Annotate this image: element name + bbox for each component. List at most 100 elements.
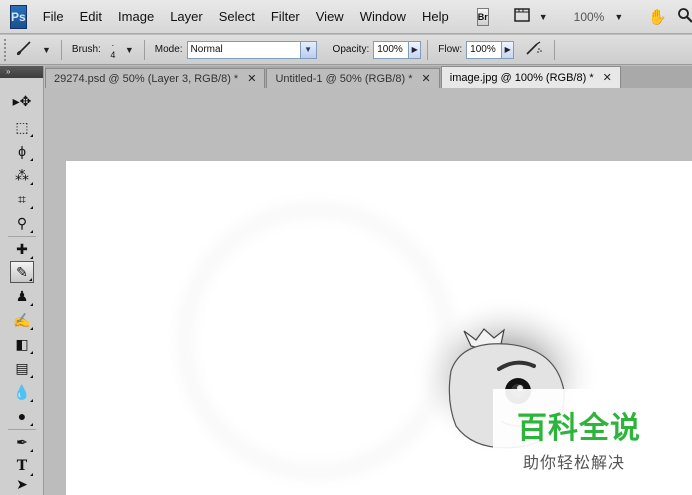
magic-wand-glyph: ⁂ xyxy=(15,166,29,183)
submenu-indicator xyxy=(30,158,33,161)
tab-29274-psd[interactable]: 29274.psd @ 50% (Layer 3, RGB/8) * ✕ xyxy=(45,68,266,88)
move-glyph: ▸✥ xyxy=(12,92,32,109)
flow-slider-button[interactable]: ▶ xyxy=(502,40,515,59)
eyedropper-tool-icon[interactable]: ⚲ xyxy=(10,212,34,234)
history-brush-tool-icon[interactable]: ✍ xyxy=(10,309,34,331)
submenu-indicator xyxy=(30,449,33,452)
flow-label: Flow: xyxy=(438,44,463,55)
marquee-tool-icon[interactable]: ⬚ xyxy=(10,116,34,138)
lasso-glyph: ϕ xyxy=(18,143,26,159)
brush-label: Brush: xyxy=(71,44,101,55)
menu-select[interactable]: Select xyxy=(211,0,263,34)
close-icon[interactable]: ✕ xyxy=(247,72,256,85)
menu-window[interactable]: Window xyxy=(352,0,414,34)
close-icon[interactable]: ✕ xyxy=(422,72,431,85)
menu-file[interactable]: File xyxy=(35,0,72,34)
zoom-chevron-down-icon[interactable]: ▼ xyxy=(610,12,627,22)
document-workspace[interactable]: 百科全说 助你轻松解决 xyxy=(45,88,692,495)
gradient-glyph: ▤ xyxy=(15,359,29,376)
submenu-indicator xyxy=(30,399,33,402)
tools-panel-collapse[interactable]: » xyxy=(0,66,43,78)
chevron-down-icon[interactable]: ▼ xyxy=(535,12,552,22)
submenu-indicator xyxy=(30,182,33,185)
blur-tool-icon[interactable]: 💧 xyxy=(10,381,34,403)
submenu-indicator xyxy=(30,351,33,354)
history-brush-glyph: ✍ xyxy=(13,311,31,328)
healing-glyph: ✚ xyxy=(16,240,28,257)
brush-size-value: 4 xyxy=(110,49,116,60)
options-separator xyxy=(554,39,556,60)
submenu-indicator xyxy=(30,206,33,209)
clone-stamp-tool-icon[interactable]: ♟ xyxy=(10,285,34,307)
image-canvas[interactable]: 百科全说 助你轻松解决 xyxy=(66,161,692,495)
brush-tool-icon[interactable]: ✎ xyxy=(10,261,34,283)
submenu-indicator xyxy=(30,423,33,426)
submenu-indicator xyxy=(30,230,33,233)
menu-layer[interactable]: Layer xyxy=(162,0,211,34)
hand-icon[interactable]: ✋ xyxy=(643,8,672,26)
eyedropper-glyph: ⚲ xyxy=(16,214,28,231)
pen-glyph: ✒ xyxy=(16,433,28,450)
mode-label: Mode: xyxy=(154,44,183,55)
tab-label: image.jpg @ 100% (RGB/8) * xyxy=(449,71,594,84)
mode-value: Normal xyxy=(190,44,223,55)
tab-untitled-1[interactable]: Untitled-1 @ 50% (RGB/8) * ✕ xyxy=(266,68,440,88)
brush-size-chevron-icon[interactable]: ▼ xyxy=(121,45,138,55)
close-icon[interactable]: ✕ xyxy=(603,71,612,84)
magic-wand-tool-icon[interactable]: ⁂ xyxy=(10,164,34,186)
brush-preset-chevron-icon[interactable]: ▼ xyxy=(38,45,55,55)
options-separator xyxy=(427,39,429,60)
path-selection-tool-icon[interactable]: ➤ xyxy=(10,473,34,495)
opacity-field[interactable]: 100% xyxy=(373,40,410,59)
pen-tool-icon[interactable]: ✒ xyxy=(10,431,34,453)
menu-edit[interactable]: Edit xyxy=(72,0,110,34)
brush-glyph: ✎ xyxy=(16,263,28,280)
tab-image-jpg[interactable]: image.jpg @ 100% (RGB/8) * ✕ xyxy=(440,66,621,88)
airbrush-icon[interactable] xyxy=(520,40,548,60)
brush-size-preview[interactable]: · 4 xyxy=(105,40,121,60)
crop-tool-icon[interactable]: ⌗ xyxy=(10,188,34,210)
opacity-slider-button[interactable]: ▶ xyxy=(409,40,422,59)
brush-preset-icon[interactable] xyxy=(10,39,38,61)
lasso-tool-icon[interactable]: ϕ xyxy=(10,140,34,162)
clone-stamp-glyph: ♟ xyxy=(15,287,29,304)
chevron-down-icon: ▼ xyxy=(299,41,316,58)
mode-select[interactable]: Normal ▼ xyxy=(186,40,317,59)
watermark: 百科全说 助你轻松解决 xyxy=(493,389,692,495)
bridge-button[interactable]: Br xyxy=(476,7,489,26)
film-strip-icon[interactable] xyxy=(509,7,535,26)
watermark-title: 百科全说 xyxy=(517,411,641,446)
menu-bar: Ps File Edit Image Layer Select Filter V… xyxy=(0,0,692,34)
menu-image[interactable]: Image xyxy=(110,0,162,34)
eraser-glyph: ◧ xyxy=(15,335,29,352)
brush-dot-icon: · xyxy=(111,39,115,50)
submenu-indicator xyxy=(30,256,33,259)
tab-label: Untitled-1 @ 50% (RGB/8) * xyxy=(275,72,413,85)
zoom-level[interactable]: 100% xyxy=(568,10,611,24)
gradient-tool-icon[interactable]: ▤ xyxy=(10,357,34,379)
options-separator xyxy=(60,39,62,60)
path-selection-glyph: ➤ xyxy=(16,475,28,492)
healing-brush-tool-icon[interactable]: ✚ xyxy=(10,238,34,260)
watermark-subtitle: 助你轻松解决 xyxy=(523,453,626,472)
flow-field[interactable]: 100% xyxy=(466,40,503,59)
submenu-indicator xyxy=(30,375,33,378)
menu-filter[interactable]: Filter xyxy=(263,0,308,34)
submenu-indicator xyxy=(29,278,32,281)
tab-label: 29274.psd @ 50% (Layer 3, RGB/8) * xyxy=(54,72,239,85)
eraser-tool-icon[interactable]: ◧ xyxy=(10,333,34,355)
dodge-tool-icon[interactable]: ● xyxy=(10,405,34,427)
options-bar: ▼ Brush: · 4 ▼ Mode: Normal ▼ Opacity: 1… xyxy=(0,35,692,65)
marquee-glyph: ⬚ xyxy=(15,118,29,135)
menu-view[interactable]: View xyxy=(308,0,352,34)
toolbar-separator xyxy=(8,236,36,237)
options-separator xyxy=(143,39,145,60)
submenu-indicator xyxy=(30,327,33,330)
move-tool-icon[interactable]: ▸✥ xyxy=(10,90,34,112)
zoom-icon[interactable] xyxy=(672,7,692,27)
type-glyph: T xyxy=(16,458,28,474)
photoshop-logo-icon: Ps xyxy=(10,4,27,29)
menu-help[interactable]: Help xyxy=(414,0,457,34)
toolbar-separator xyxy=(8,429,36,430)
crop-glyph: ⌗ xyxy=(18,190,26,207)
